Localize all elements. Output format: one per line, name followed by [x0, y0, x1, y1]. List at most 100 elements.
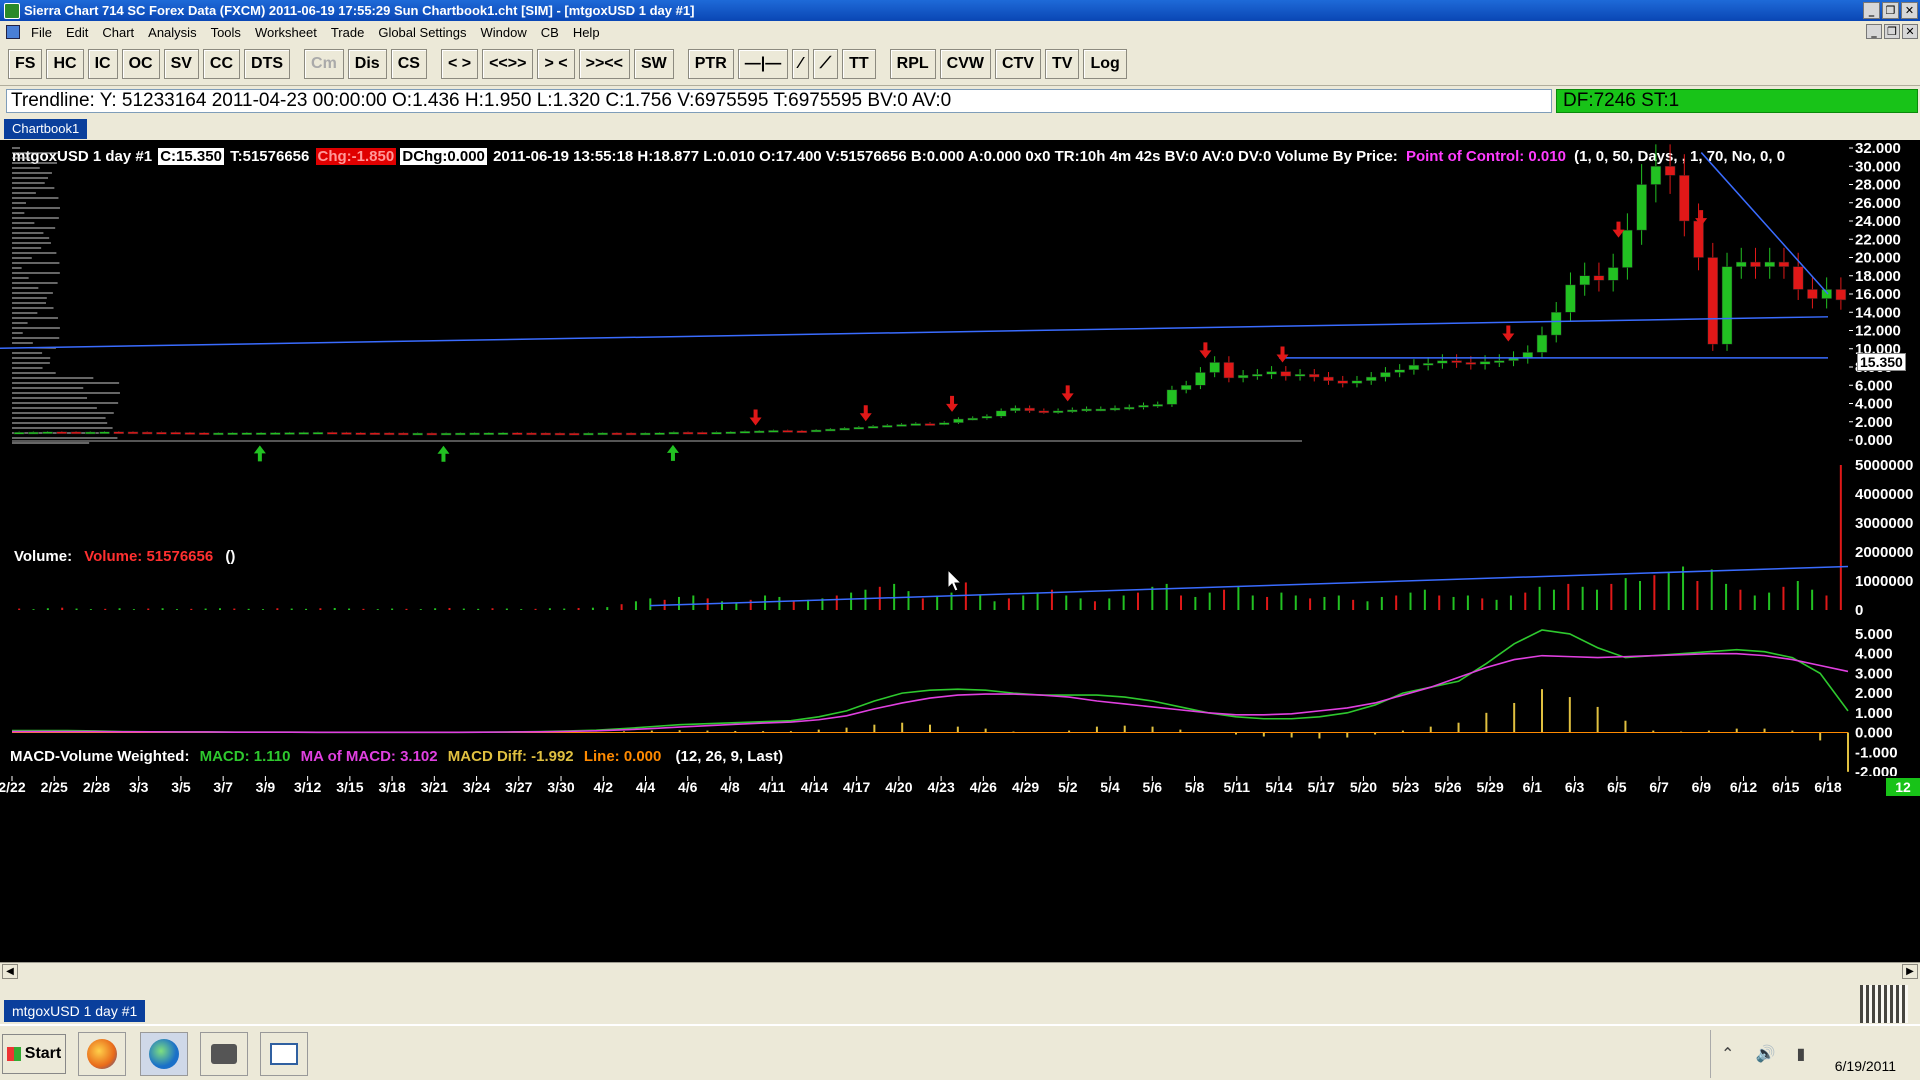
menu-trade[interactable]: Trade [324, 25, 371, 40]
menu-window[interactable]: Window [474, 25, 534, 40]
price-axis-tick: 22.000 [1855, 231, 1901, 248]
candle-body [1394, 369, 1405, 373]
menu-cb[interactable]: CB [534, 25, 566, 40]
candle-body [455, 432, 466, 436]
price-chart[interactable]: 32.00030.000 28.00026.00024.00022.000 20.0… [0, 140, 1920, 962]
chart-app-icon[interactable] [260, 1032, 308, 1076]
candle-body [369, 432, 381, 436]
date-axis-tick: 6/9 [1692, 779, 1712, 795]
maximize-button[interactable]: ❐ [1882, 2, 1899, 19]
menu-global-settings[interactable]: Global Settings [371, 25, 473, 40]
toolbar-button-4[interactable]: SV [163, 49, 199, 79]
menu-analysis[interactable]: Analysis [141, 25, 203, 40]
candle-body [327, 432, 338, 435]
candle-body [469, 432, 480, 436]
tray-date: 6/19/2011 [1834, 1058, 1896, 1074]
toolbar-button-7[interactable]: Cm [304, 49, 344, 79]
last-price-tag: 15.350 [1857, 353, 1906, 371]
firefox-icon[interactable] [78, 1032, 126, 1076]
toolbar-button-10[interactable]: < > [440, 49, 479, 79]
close-button[interactable]: ✕ [1901, 2, 1918, 19]
volume-label: Volume: Volume: 51576656 () [14, 548, 235, 565]
toolbar-button-0[interactable]: FS [8, 49, 43, 79]
date-axis-tick: 4/6 [678, 779, 698, 795]
toolbar-button-8[interactable]: Dis [347, 49, 387, 79]
tab-mtgoxusd-chart[interactable]: mtgoxUSD 1 day #1 [4, 1000, 146, 1022]
candle-body [1607, 267, 1619, 281]
document-controls: _ ❐ ✕ [1866, 24, 1918, 39]
scroll-left-icon[interactable]: ◀ [2, 964, 18, 979]
candle-body [1437, 360, 1448, 364]
toolbar-button-21[interactable]: CVW [939, 49, 991, 79]
toolbar-button-5[interactable]: CC [202, 49, 241, 79]
volume-value: Volume: 51576656 [84, 548, 214, 565]
price-axis-tick: 28.000 [1855, 177, 1901, 194]
qr-code-icon [1860, 985, 1908, 1023]
toolbar-button-9[interactable]: CS [390, 49, 427, 79]
toolbar-button-14[interactable]: SW [633, 49, 674, 79]
candle-body [995, 410, 1007, 417]
macd-diff-value: MACD Diff: -1.992 [447, 748, 574, 765]
document-icon[interactable] [6, 25, 20, 39]
menu-file[interactable]: File [24, 25, 59, 40]
start-button[interactable]: Start [2, 1034, 66, 1074]
candle-body [426, 432, 438, 436]
mouse-cursor-icon [947, 568, 963, 592]
toolbar-button-1[interactable]: HC [46, 49, 84, 79]
toolbar-button-3[interactable]: OC [121, 49, 160, 79]
date-axis-tick: 5/2 [1058, 779, 1078, 795]
menu-chart[interactable]: Chart [95, 25, 141, 40]
globe-icon[interactable] [140, 1032, 188, 1076]
toolbar-button-16[interactable]: —|— [737, 49, 789, 79]
candle-body [1451, 360, 1462, 363]
menu-tools[interactable]: Tools [204, 25, 248, 40]
toolbar-button-2[interactable]: IC [87, 49, 118, 79]
toolbar-button-15[interactable]: PTR [687, 49, 734, 79]
sell-arrow-icon [1061, 385, 1074, 402]
candle-body [298, 432, 309, 435]
candle-body [839, 427, 850, 431]
toolbar-button-19[interactable]: TT [842, 49, 876, 79]
horizontal-scrollbar[interactable]: ◀ ▶ [0, 962, 1920, 980]
camera-icon[interactable] [200, 1032, 248, 1076]
candle-body [1422, 363, 1434, 366]
price-axis-tick: 18.000 [1855, 268, 1901, 285]
doc-close-button[interactable]: ✕ [1902, 24, 1918, 39]
toolbar-button-13[interactable]: >><< [578, 49, 630, 79]
toolbar-button-20[interactable]: RPL [889, 49, 936, 79]
candle-body [56, 431, 68, 435]
menu-worksheet[interactable]: Worksheet [248, 25, 324, 40]
toolbar-button-23[interactable]: TV [1044, 49, 1080, 79]
candle-body [1337, 380, 1348, 384]
candle-body [981, 416, 993, 419]
menu-edit[interactable]: Edit [59, 25, 95, 40]
toolbar-button-24[interactable]: Log [1083, 49, 1127, 79]
candle-body [910, 423, 921, 426]
toolbar-button-11[interactable]: <<>> [482, 49, 534, 79]
start-label: Start [24, 1045, 62, 1062]
toolbar-button-17[interactable]: ⁄ [792, 49, 809, 79]
toolbar-button-18[interactable]: ⟋ [812, 49, 839, 79]
sell-arrow-icon [1276, 346, 1289, 363]
candle-body [42, 431, 53, 435]
toolbar-button-6[interactable]: DTS [244, 49, 291, 79]
date-axis-tick: 5/4 [1100, 779, 1120, 795]
doc-restore-button[interactable]: ❐ [1884, 24, 1900, 39]
date-axis-tick: 6/18 [1814, 779, 1841, 795]
minimize-button[interactable]: _ [1863, 2, 1880, 19]
date-axis-tick: 5/23 [1392, 779, 1419, 795]
date-axis-tick: 3/5 [171, 779, 191, 795]
scroll-right-icon[interactable]: ▶ [1902, 964, 1918, 979]
tab-chartbook1[interactable]: Chartbook1 [4, 119, 88, 139]
candle-body [440, 432, 452, 436]
doc-minimize-button[interactable]: _ [1866, 24, 1882, 39]
toolbar-button-22[interactable]: CTV [994, 49, 1041, 79]
menu-help[interactable]: Help [566, 25, 607, 40]
candle-body [1622, 229, 1633, 268]
candle-body [213, 432, 224, 436]
toolbar-button-12[interactable]: > < [537, 49, 575, 79]
chart-area[interactable]: mtgoxUSD 1 day #1 C:15.350 T:51576656 Ch… [0, 140, 1920, 962]
tray-icons[interactable]: ⌃ 🔊 ▮ [1721, 1044, 1813, 1063]
candle-body [1209, 362, 1220, 373]
candle-body [853, 426, 865, 430]
